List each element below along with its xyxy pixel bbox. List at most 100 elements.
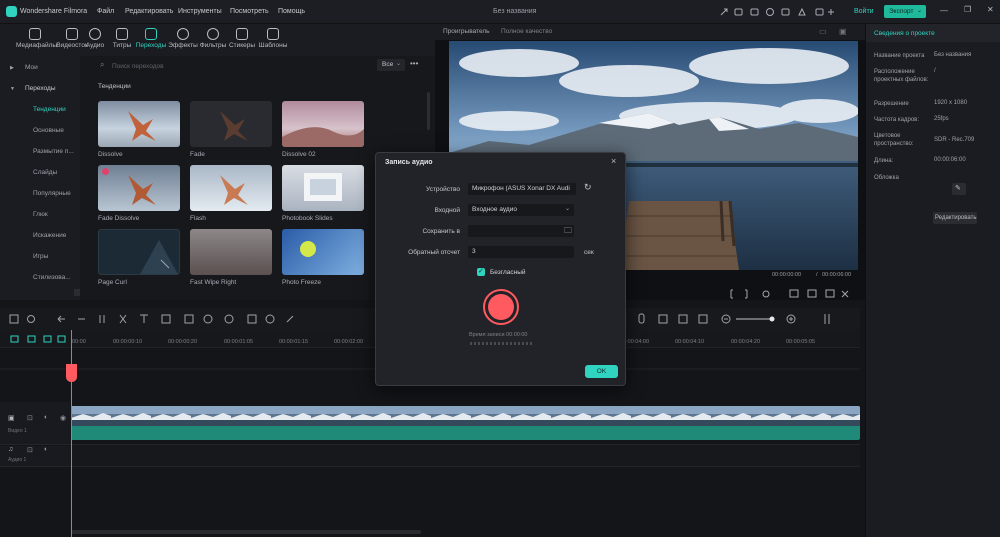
record-icon	[488, 294, 514, 320]
page-curl-image	[140, 240, 178, 274]
export-button[interactable]: Экспорт ⌄	[884, 5, 926, 18]
thumb-label: Fast Wipe Right	[190, 279, 237, 286]
edit-cover-button[interactable]: Редактировать	[933, 212, 977, 224]
prop-label-colorspace: Цветовое пространство:	[874, 133, 914, 147]
record-audio-dialog: Запись аудио × Устройство Микрофон (ASUS…	[375, 152, 626, 386]
sidebar-item-basic[interactable]: Основные	[33, 127, 64, 134]
track-tools	[0, 330, 70, 348]
menu-help[interactable]: Помощь	[278, 8, 305, 15]
scrollbar[interactable]	[427, 92, 430, 130]
prop-value-resolution: 1920 x 1080	[934, 100, 968, 106]
mute-checkbox[interactable]: ✓	[477, 268, 485, 276]
tab-templates[interactable]: Шаблоны	[254, 28, 292, 49]
zoom-slider[interactable]	[734, 316, 776, 322]
save-path-field[interactable]	[468, 225, 574, 237]
time-separator: /	[816, 272, 818, 278]
video-track-label: Видео 1	[8, 428, 27, 434]
sidebar-item-trending[interactable]: Тенденции	[33, 106, 66, 113]
prop-value-framerate: 25fps	[934, 116, 949, 122]
menu-edit[interactable]: Редактировать	[125, 8, 173, 15]
more-options-icon[interactable]: •••	[410, 59, 418, 68]
lock-icon[interactable]: ⊡	[27, 446, 33, 454]
properties-tab[interactable]: Сведения о проекте	[866, 24, 1000, 42]
chevron-right-icon[interactable]: ▶	[10, 65, 14, 71]
close-icon[interactable]: ×	[611, 156, 616, 166]
device-select[interactable]: Микрофон (ASUS Xonar DX Audio)	[468, 183, 576, 195]
prop-label-framerate: Частота кадров:	[874, 117, 920, 123]
mute-label: Безгласный	[490, 269, 526, 276]
minimize-icon[interactable]: —	[940, 6, 948, 15]
transition-thumb-fade[interactable]	[190, 101, 272, 147]
save-to-label: Сохранить в	[422, 228, 460, 235]
input-select[interactable]: Входное аудио ⌄	[468, 204, 574, 216]
timeline-scrollbar[interactable]	[71, 530, 421, 534]
transition-thumb-photo-freeze[interactable]	[282, 229, 364, 275]
transition-thumb-page-curl[interactable]	[98, 229, 180, 275]
edit-cover-pencil-icon[interactable]: ✎	[952, 183, 966, 195]
sidebar-item-mine[interactable]: Мои	[25, 64, 38, 71]
refresh-icon[interactable]: ↻	[584, 182, 592, 193]
ruler-tick: 00:00:01:15	[279, 339, 309, 345]
sidebar-item-stylized[interactable]: Стилизова...	[33, 274, 71, 281]
audio-track-lane[interactable]	[71, 445, 860, 466]
quality-dropdown[interactable]: Полное качество	[501, 28, 552, 35]
tab-media[interactable]: Медиафайлы	[16, 28, 57, 49]
video-clip[interactable]	[71, 406, 860, 440]
menu-view[interactable]: Посмотреть	[230, 8, 269, 15]
chevron-down-icon: ⌄	[396, 61, 402, 67]
transition-thumb-photobook-slides[interactable]	[282, 165, 364, 211]
video-track-header: ▣ ⊡ ◐ ◉ Видео 1	[0, 402, 70, 444]
login-link[interactable]: Войти	[854, 8, 874, 15]
transition-thumb-fast-wipe-right[interactable]	[190, 229, 272, 275]
prop-value-name: Без названия	[934, 52, 972, 58]
sidebar-item-popular[interactable]: Популярные	[33, 190, 71, 197]
media-icon	[29, 28, 41, 40]
mute-icon[interactable]: ◐	[44, 446, 48, 453]
sidebar-item-games[interactable]: Игры	[33, 253, 48, 260]
ruler-tick: 00:00:04:10	[675, 339, 705, 345]
app-name: Wondershare Filmora	[20, 8, 88, 15]
record-button[interactable]	[483, 289, 519, 325]
person-jumping-image	[128, 175, 156, 205]
sidebar-item-blur[interactable]: Размытие п...	[33, 148, 74, 155]
title-icons	[719, 7, 839, 17]
sidebar-item-transitions[interactable]: Переходы	[25, 85, 56, 92]
eye-icon[interactable]: ◉	[60, 414, 66, 422]
sidebar-item-glitch[interactable]: Глюк	[33, 211, 48, 218]
lock-icon[interactable]: ⊡	[27, 414, 33, 422]
menu-tools[interactable]: Инструменты	[178, 8, 222, 15]
sidebar-item-slides[interactable]: Слайды	[33, 169, 57, 176]
ruler-tick: 00:00:00:10	[113, 339, 143, 345]
filter-dropdown[interactable]: Все ⌄	[377, 59, 405, 71]
chevron-down-icon[interactable]: ▼	[10, 86, 15, 92]
image-icon[interactable]: ▣	[839, 27, 847, 36]
playhead-handle[interactable]	[66, 364, 77, 382]
ok-button[interactable]: OK	[585, 365, 618, 378]
sidebar-item-distortion[interactable]: Искажение	[33, 232, 66, 239]
search-input[interactable]: Поиск переходов	[112, 63, 164, 70]
menu-file[interactable]: Файл	[97, 8, 114, 15]
current-time: 00:00:00:00	[772, 272, 802, 278]
folder-icon[interactable]: 🗀	[564, 225, 572, 239]
transition-thumb-dissolve[interactable]	[98, 101, 180, 147]
prop-value-duration: 00:00:06:00	[934, 157, 966, 163]
thumb-label: Dissolve 02	[282, 151, 316, 158]
playhead-line[interactable]	[71, 330, 72, 537]
countdown-input[interactable]: 3	[468, 246, 574, 258]
search-bar[interactable]: ⌕ Поиск переходов	[98, 59, 368, 73]
transition-thumb-dissolve-02[interactable]	[282, 101, 364, 147]
template-icon	[267, 28, 279, 40]
maximize-icon[interactable]: ❐	[964, 5, 971, 14]
tab-audio[interactable]: Аудио	[82, 28, 108, 49]
transition-icon	[145, 28, 157, 40]
close-window-icon[interactable]: ✕	[987, 5, 994, 14]
audio-track-label: Аудио 1	[8, 457, 27, 463]
asset-tabs: Медиафайлы Видеосток Аудио Титры Переход…	[0, 24, 440, 56]
snapshot-icon[interactable]: ▭	[819, 27, 827, 36]
ruler-tick: 00:00:00:20	[168, 339, 198, 345]
filmora-logo-icon	[6, 6, 17, 17]
mute-icon[interactable]: ◐	[44, 414, 48, 421]
transition-thumb-flash[interactable]	[190, 165, 272, 211]
export-label: Экспорт	[889, 8, 914, 15]
transition-thumb-fade-dissolve[interactable]	[98, 165, 180, 211]
